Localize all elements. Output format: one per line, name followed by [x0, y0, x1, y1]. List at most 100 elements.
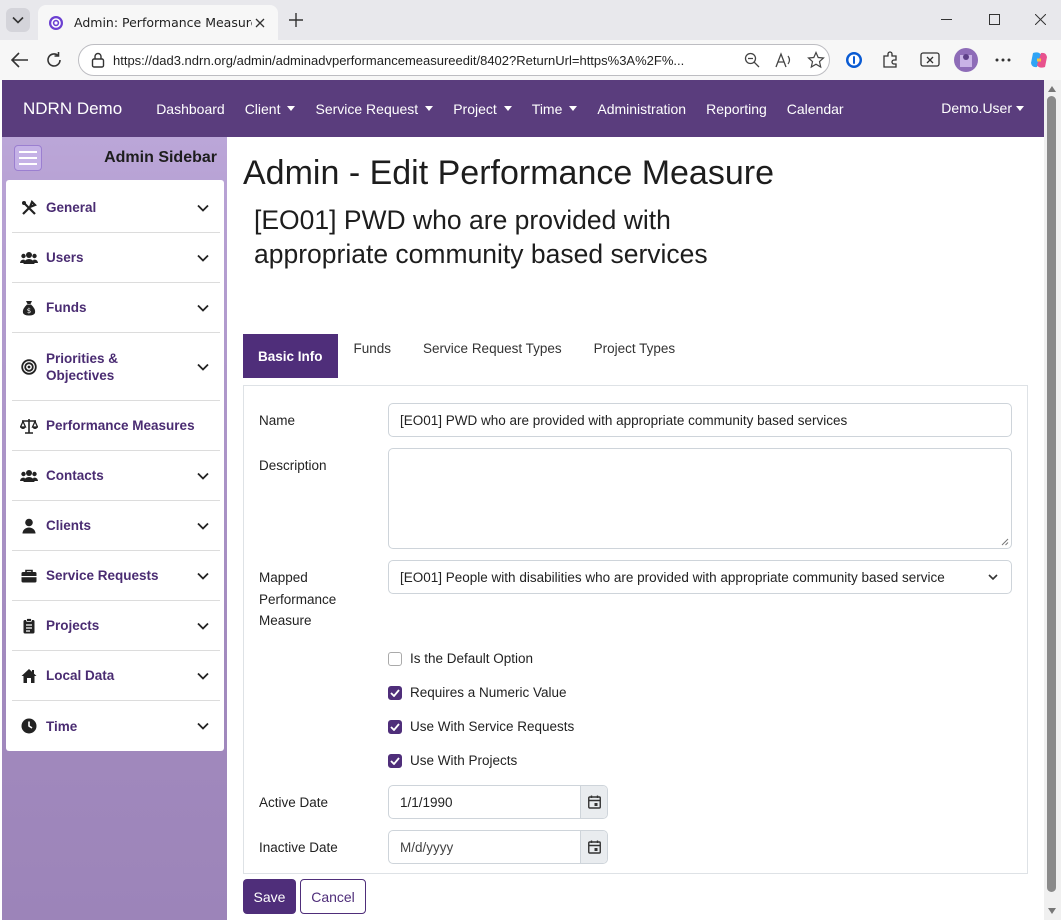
default-option-checkbox-row[interactable]: Is the Default Option	[388, 651, 533, 666]
tab-close-button[interactable]	[252, 15, 268, 31]
sidebar-item-performance-measures[interactable]: Performance Measures	[12, 401, 220, 451]
active-date-label: Active Date	[259, 795, 329, 810]
cancel-button[interactable]: Cancel	[300, 879, 366, 914]
nav-administration[interactable]: Administration	[597, 101, 686, 117]
sidebar-menu: General Users $ Funds Priorities & Objec…	[6, 180, 224, 751]
nav-service-request-dropdown[interactable]: Service Request	[315, 101, 434, 117]
minimize-icon	[940, 18, 952, 20]
caret-down-icon	[1016, 105, 1024, 111]
chevron-down-icon	[196, 360, 210, 374]
clock-icon	[20, 717, 38, 735]
user-menu-dropdown[interactable]: Demo.User	[941, 100, 1024, 116]
name-input[interactable]: [EO01] PWD who are provided with appropr…	[388, 403, 1012, 437]
active-date-picker-button[interactable]	[580, 786, 607, 818]
numeric-value-label: Requires a Numeric Value	[410, 685, 567, 700]
scroll-down-arrow-icon[interactable]	[1048, 908, 1056, 914]
sidebar-item-funds[interactable]: $ Funds	[12, 283, 220, 333]
tab-basic-info[interactable]: Basic Info	[243, 334, 338, 378]
chevron-down-icon	[196, 469, 210, 483]
numeric-value-checkbox[interactable]	[388, 685, 402, 700]
user-icon	[20, 517, 38, 535]
sidebar-item-users[interactable]: Users	[12, 233, 220, 283]
sidebar-item-general[interactable]: General	[12, 183, 220, 233]
sidebar-item-contacts[interactable]: Contacts	[12, 451, 220, 501]
sidebar-item-label: Clients	[46, 518, 92, 533]
scrollbar-thumb[interactable]	[1047, 96, 1056, 892]
sidebar-item-label: Time	[46, 718, 78, 734]
refresh-button[interactable]	[42, 48, 66, 72]
refresh-icon	[47, 52, 61, 67]
default-option-checkbox[interactable]	[388, 651, 402, 666]
nav-time-dropdown[interactable]: Time	[532, 101, 578, 117]
more-button[interactable]	[991, 48, 1015, 72]
mapped-performance-measure-select[interactable]: [EO01] People with disabilities who are …	[388, 560, 1012, 594]
extensions-button[interactable]	[878, 48, 902, 72]
browser-tab-active[interactable]: Admin: Performance Measure	[38, 5, 278, 40]
window-minimize-button[interactable]	[931, 8, 961, 30]
tab-service-request-types[interactable]: Service Request Types	[407, 326, 578, 370]
sidebar-item-projects[interactable]: Projects	[12, 601, 220, 651]
copilot-button[interactable]	[1027, 48, 1051, 72]
caret-down-icon	[425, 106, 434, 111]
sidebar-item-service-requests[interactable]: Service Requests	[12, 551, 220, 601]
close-icon	[1034, 13, 1046, 25]
nav-dashboard[interactable]: Dashboard	[156, 101, 225, 117]
sidebar-item-label: Service Requests	[46, 568, 159, 583]
window-close-button[interactable]	[1025, 8, 1055, 30]
save-button[interactable]: Save	[243, 879, 296, 914]
browser-tab-title: Admin: Performance Measure	[74, 15, 252, 30]
lock-icon[interactable]	[91, 52, 105, 68]
address-bar[interactable]: https://dad3.ndrn.org/admin/adminadvperf…	[78, 44, 830, 76]
description-textarea[interactable]	[388, 448, 1012, 549]
more-icon	[995, 58, 1011, 62]
inactive-date-placeholder: M/d/yyyy	[400, 839, 454, 855]
new-tab-button[interactable]	[286, 10, 306, 30]
numeric-value-checkbox-row[interactable]: Requires a Numeric Value	[388, 685, 567, 700]
favorite-button[interactable]	[805, 49, 827, 71]
password-manager-button[interactable]	[842, 48, 866, 72]
sidebar-item-time[interactable]: Time	[12, 701, 220, 751]
back-button[interactable]	[8, 48, 32, 72]
nav-label: Dashboard	[156, 100, 225, 117]
inactive-date-input[interactable]: M/d/yyyy	[388, 830, 608, 864]
form-tabs: Basic Info Funds Service Request Types P…	[243, 334, 691, 378]
url-text[interactable]: https://dad3.ndrn.org/admin/adminadvperf…	[113, 53, 731, 68]
use-with-service-requests-checkbox-row[interactable]: Use With Service Requests	[388, 719, 574, 734]
screenshot-icon	[920, 52, 940, 67]
nav-reporting[interactable]: Reporting	[706, 101, 767, 117]
brand-logo-text[interactable]: NDRN Demo	[23, 99, 122, 119]
inactive-date-label: Inactive Date	[259, 840, 338, 855]
window-maximize-button[interactable]	[979, 8, 1009, 30]
sidebar-toggle-button[interactable]	[14, 145, 42, 171]
zoom-out-button[interactable]	[741, 49, 763, 71]
resize-grip-icon[interactable]	[1001, 538, 1009, 546]
sidebar-item-clients[interactable]: Clients	[12, 501, 220, 551]
sidebar-item-label: General	[46, 200, 97, 215]
scroll-up-arrow-icon[interactable]	[1048, 86, 1056, 92]
read-aloud-button[interactable]	[773, 49, 795, 71]
nav-client-dropdown[interactable]: Client	[245, 101, 296, 117]
svg-text:$: $	[27, 307, 31, 315]
use-with-service-requests-checkbox[interactable]	[388, 719, 402, 734]
page-scrollbar[interactable]	[1044, 80, 1061, 920]
target-icon	[20, 358, 38, 376]
page-subtitle: [EO01] PWD who are provided with appropr…	[254, 205, 708, 269]
sidebar-item-priorities-objectives[interactable]: Priorities & Objectives	[12, 333, 220, 401]
tab-project-types[interactable]: Project Types	[578, 326, 692, 370]
nav-label: Project	[453, 100, 497, 117]
use-with-projects-checkbox-row[interactable]: Use With Projects	[388, 753, 517, 768]
name-input-value: [EO01] PWD who are provided with appropr…	[400, 412, 848, 428]
chevron-down-icon	[196, 519, 210, 533]
profile-button[interactable]	[954, 48, 978, 72]
use-with-projects-checkbox[interactable]	[388, 753, 402, 768]
tab-actions-menu-button[interactable]	[6, 8, 30, 32]
mapped-select-value: [EO01] People with disabilities who are …	[400, 569, 945, 585]
sidebar-item-label: Priorities & Objectives	[46, 350, 119, 383]
active-date-input[interactable]: 1/1/1990	[388, 785, 608, 819]
sidebar-item-local-data[interactable]: Local Data	[12, 651, 220, 701]
screenshot-button[interactable]	[918, 48, 942, 72]
tab-funds[interactable]: Funds	[338, 326, 408, 370]
nav-project-dropdown[interactable]: Project	[453, 101, 512, 117]
inactive-date-picker-button[interactable]	[580, 831, 607, 863]
nav-calendar[interactable]: Calendar	[787, 101, 844, 117]
